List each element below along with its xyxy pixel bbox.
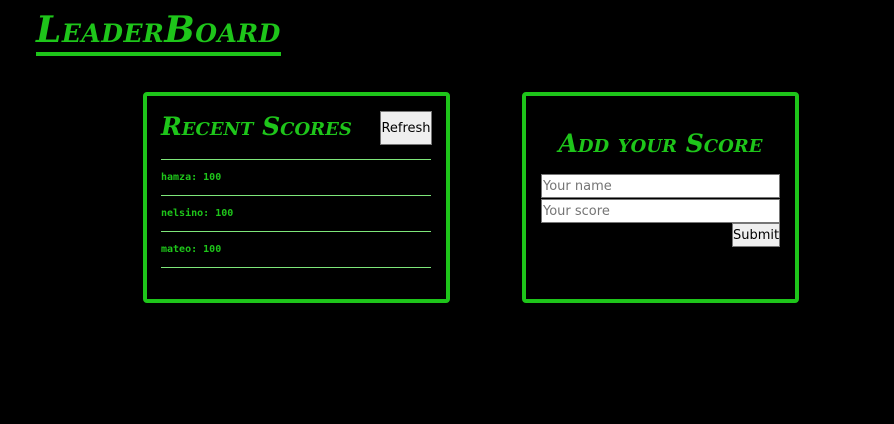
submit-button[interactable]: Submit [732, 223, 780, 247]
score-input[interactable] [541, 199, 780, 223]
app-title: LeaderBoard [36, 8, 281, 56]
score-entry-name: mateo [161, 244, 192, 255]
add-score-heading: Add your Score [558, 129, 763, 158]
score-list: hamza: 100 nelsino: 100 mateo: 100 [161, 159, 431, 268]
score-entry-separator: : [203, 208, 216, 219]
score-entry-name: hamza [161, 172, 192, 183]
score-entry-value: 100 [203, 172, 222, 183]
score-list-item: mateo: 100 [161, 232, 431, 268]
add-score-card: Add your Score Submit [522, 92, 799, 303]
score-entry-value: 100 [215, 208, 234, 219]
recent-scores-heading: Recent Scores [161, 112, 352, 141]
recent-scores-card: Recent Scores Refresh hamza: 100 nelsino… [143, 92, 450, 303]
score-entry-separator: : [191, 244, 204, 255]
score-list-item: nelsino: 100 [161, 196, 431, 232]
name-input[interactable] [541, 174, 780, 198]
score-entry-value: 100 [203, 244, 222, 255]
score-list-item: hamza: 100 [161, 160, 431, 196]
score-entry-name: nelsino [161, 208, 204, 219]
score-entry-separator: : [191, 172, 204, 183]
refresh-button[interactable]: Refresh [380, 111, 432, 145]
